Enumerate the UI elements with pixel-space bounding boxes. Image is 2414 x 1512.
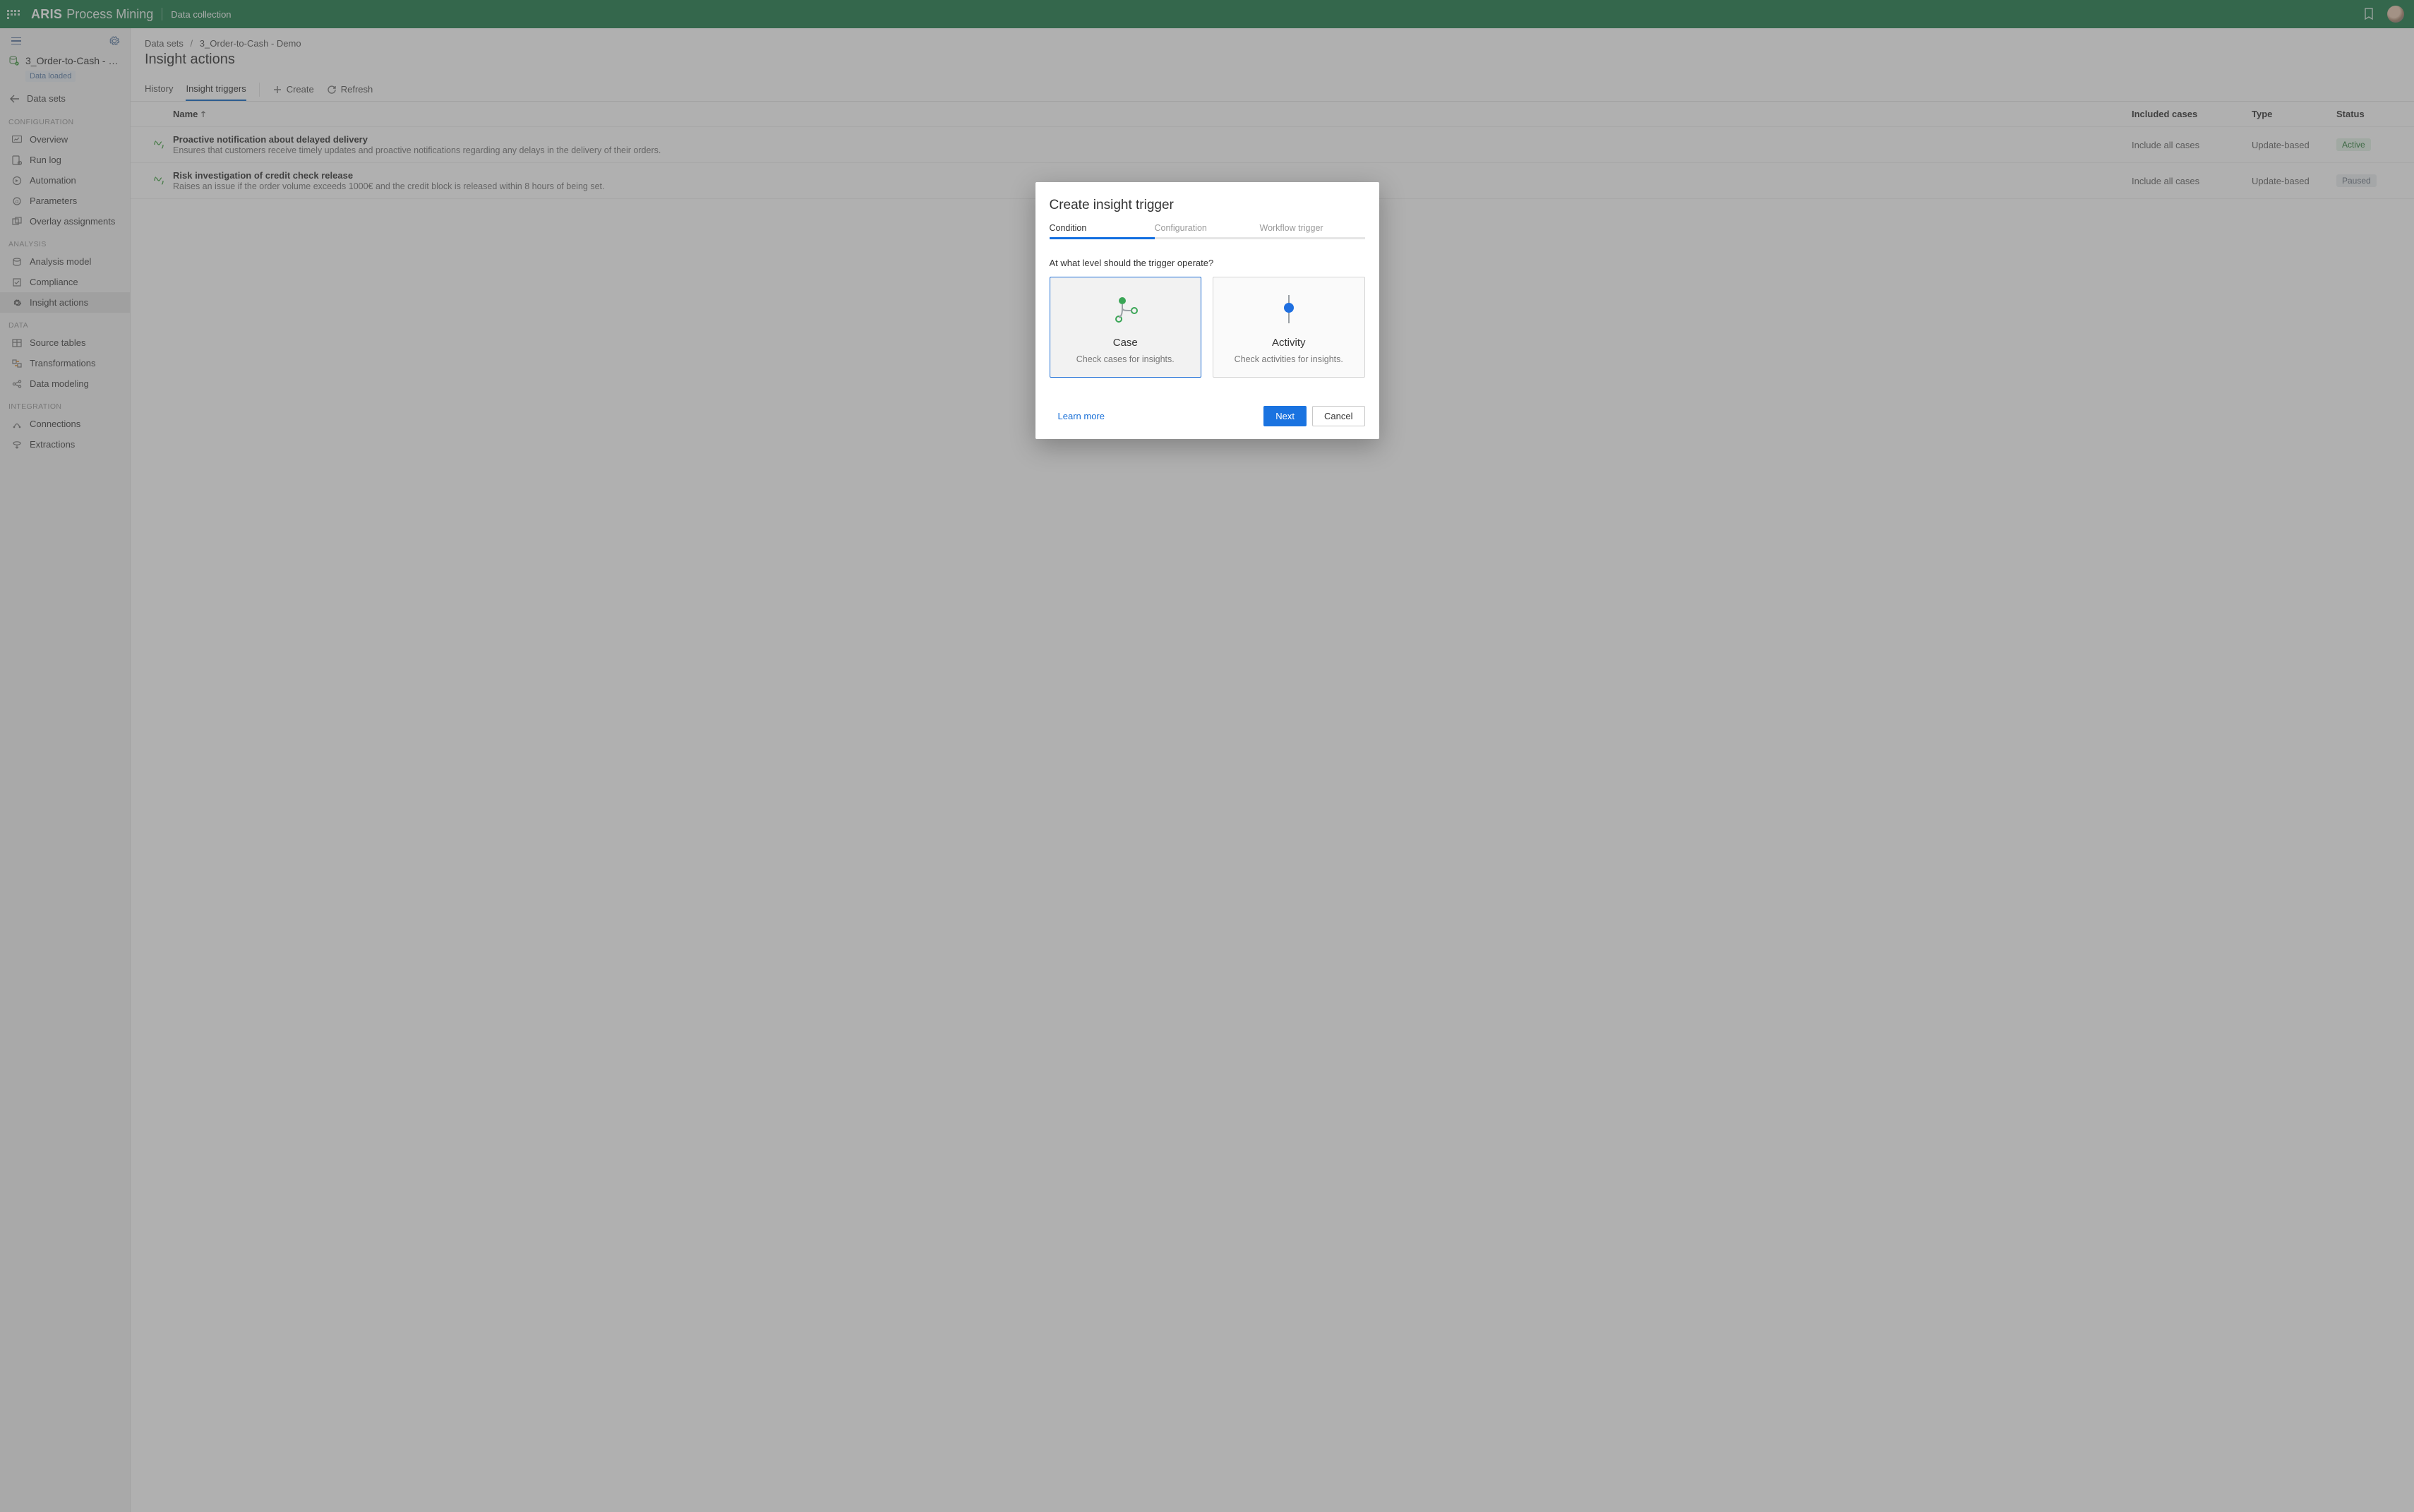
wizard-steps: Condition Configuration Workflow trigger [1050, 223, 1365, 239]
case-illustration-icon [1059, 293, 1193, 327]
card-case[interactable]: Case Check cases for insights. [1050, 277, 1202, 378]
modal-title: Create insight trigger [1050, 198, 1365, 213]
step-condition[interactable]: Condition [1050, 223, 1155, 239]
create-trigger-modal: Create insight trigger Condition Configu… [1035, 182, 1379, 439]
card-title: Case [1059, 337, 1193, 349]
cancel-button[interactable]: Cancel [1312, 406, 1364, 426]
card-desc: Check activities for insights. [1222, 354, 1356, 364]
card-desc: Check cases for insights. [1059, 354, 1193, 364]
step-workflow: Workflow trigger [1260, 223, 1365, 239]
card-title: Activity [1222, 337, 1356, 349]
card-activity[interactable]: Activity Check activities for insights. [1213, 277, 1365, 378]
activity-illustration-icon [1222, 293, 1356, 327]
next-button[interactable]: Next [1263, 406, 1307, 426]
step-configuration: Configuration [1155, 223, 1260, 239]
learn-more-link[interactable]: Learn more [1050, 411, 1105, 421]
modal-scrim[interactable]: Create insight trigger Condition Configu… [0, 0, 2414, 1512]
modal-question: At what level should the trigger operate… [1050, 258, 1365, 268]
